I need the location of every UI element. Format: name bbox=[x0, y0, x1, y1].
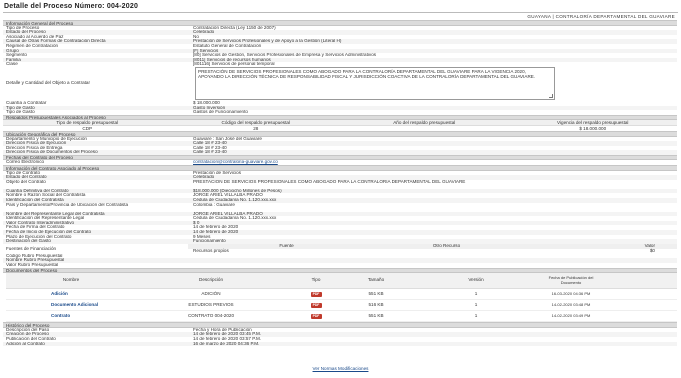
fuentes-table: Fuente Otro Recurso Valor Recursos propios… bbox=[188, 243, 677, 254]
cuantia-row: Tipo de Gasto Gastos de Funcionamiento bbox=[3, 110, 677, 115]
cuantia-table: Cuantía a Contratar $ 18.000.000 Tipo de G… bbox=[3, 101, 677, 115]
document-size: 551 KB bbox=[368, 312, 384, 318]
detalle-objeto-text: PRESTACIÓN DE SERVICIOS PROFESIONALES CO… bbox=[198, 68, 536, 80]
contrato-row: Objeto del Contrato PRESTACIÓN DE SERVICI… bbox=[3, 180, 677, 189]
ubicacion-label: Dirección Física de Documentos del Proce… bbox=[6, 150, 98, 155]
presupuesto-header-cell: Año del respaldo presupuestal bbox=[393, 120, 456, 125]
document-date: 14-02-2020 03:49 PM bbox=[551, 312, 591, 318]
document-row: Documento Adicional ESTUDIOS PREVIOS PDF 51… bbox=[6, 300, 677, 312]
document-description: CONTRATO 004-2020 bbox=[187, 312, 235, 318]
rubro-label: Valor Rubro Presupuestal bbox=[6, 262, 59, 267]
documents-header-cell: Tamaño bbox=[367, 277, 385, 283]
document-name-link[interactable]: Documento Adicional bbox=[6, 302, 136, 308]
rubro-table: Código Rubro Presupuestal Nombre Rubro Pr… bbox=[3, 254, 677, 268]
ubicacion-row: Dirección Física de Documentos del Proce… bbox=[3, 150, 677, 155]
cuantia-label: Tipo de Gasto bbox=[6, 110, 35, 115]
entity-label: GUAYANA | CONTRALORÍA DEPARTAMENTAL DEL … bbox=[527, 14, 675, 19]
historico-label: Adición al Contrato bbox=[6, 341, 45, 346]
cuantia-value: Gastos de Funcionamiento bbox=[193, 110, 248, 115]
document-date: 16-03-2020 04:36 PM bbox=[551, 290, 591, 296]
document-description: ESTUDIOS PREVIOS bbox=[188, 301, 234, 307]
fechas-row: Correo Electrónico contratacion@contralor… bbox=[3, 160, 677, 165]
contrato-value: Colombia : Guaviare bbox=[193, 202, 235, 207]
document-size: 516 KB bbox=[368, 301, 384, 307]
documents-header-cell: Tipo bbox=[311, 277, 321, 283]
pdf-icon[interactable]: PDF bbox=[310, 302, 322, 308]
historico-value: 16 de marzo de 2020 04:36 P.M. bbox=[193, 341, 260, 346]
detalle-objeto-label: Detalle y Cantidad del Objeto a Contrata… bbox=[6, 79, 91, 85]
process-detail-page: Detalle del Proceso Número: 004-2020 GUA… bbox=[0, 0, 681, 378]
fechas-value[interactable]: contratacion@contraloria-guaviare.gov.co bbox=[188, 160, 677, 165]
document-type-cell: PDF bbox=[286, 291, 346, 297]
contrato-label: Objeto del Contrato bbox=[6, 179, 46, 184]
pdf-icon[interactable]: PDF bbox=[310, 313, 322, 319]
document-type-cell: PDF bbox=[286, 302, 346, 308]
document-version: 1 bbox=[474, 301, 478, 307]
contrato-label: País y Departamento/Provincia de Ubicaci… bbox=[6, 202, 129, 207]
fuentes-label: Fuentes de Financiación bbox=[6, 245, 57, 251]
document-name-link[interactable]: Contrato bbox=[6, 313, 136, 319]
ubicacion-value: Calle 18 # 23-40 bbox=[193, 150, 227, 155]
document-size: 551 KB bbox=[368, 290, 384, 296]
document-date: 14-02-2020 03:48 PM bbox=[551, 301, 591, 307]
general-info-table: Tipo de Proceso Contratación Directa (Ley… bbox=[3, 26, 677, 67]
presupuesto-header-cell: Código del respaldo presupuestal bbox=[221, 120, 290, 125]
footer-link-container: Ver Normas Modificaciones bbox=[0, 366, 681, 372]
historico-row: Adición al Contrato 16 de marzo de 2020 0… bbox=[3, 341, 677, 347]
ubicacion-table: Departamento y Municipio de Ejecución Gua… bbox=[3, 137, 677, 155]
document-description: ADICIÓN bbox=[201, 290, 221, 296]
presupuesto-cell: $ 18.000.000 bbox=[579, 125, 607, 131]
rubro-row: Valor Rubro Presupuestal bbox=[3, 263, 677, 268]
fechas-table: Correo Electrónico contratacion@contralor… bbox=[3, 160, 677, 165]
contrato-table: Tipo de Contrato Prestación de Servicios E… bbox=[3, 171, 677, 244]
detalle-objeto-textarea[interactable]: PRESTACIÓN DE SERVICIOS PROFESIONALES CO… bbox=[195, 66, 555, 100]
pdf-icon[interactable]: PDF bbox=[310, 291, 322, 297]
document-version: 1 bbox=[474, 312, 478, 318]
fuentes-row: Fuentes de Financiación Fuente Otro Recur… bbox=[3, 243, 677, 254]
document-row: Contrato CONTRATO 004-2020 PDF 551 KB 1 14-02… bbox=[6, 311, 677, 323]
rubro-value bbox=[188, 263, 677, 268]
footer-link[interactable]: Ver Normas Modificaciones bbox=[313, 366, 369, 371]
presupuesto-cell: CDP bbox=[82, 125, 93, 131]
documents-header-cell: Nombre bbox=[62, 277, 80, 283]
presupuesto-cell: 28 bbox=[253, 125, 259, 131]
documents-header-cell: Versión bbox=[468, 277, 484, 283]
document-name-link[interactable]: Adición bbox=[6, 291, 136, 297]
contrato-row: País y Departamento/Provincia de Ubicaci… bbox=[3, 203, 677, 212]
contrato-value: PRESTACIÓN DE SERVICIOS PROFESIONALES CO… bbox=[193, 179, 466, 184]
historico-table: Descripción del Paso Fecha y Hora de Publ… bbox=[3, 328, 677, 347]
detail-container: Información General del Proceso Tipo de … bbox=[3, 20, 677, 347]
documents-table: Adición ADICIÓN PDF 551 KB 1 16-03-2020 04:36… bbox=[3, 289, 677, 323]
documents-header-row: Nombre Descripción Tipo Tamaño Versión Fecha … bbox=[6, 273, 677, 290]
presupuesto-header-cell: Vigencia del respaldo presupuestal bbox=[557, 120, 629, 125]
fechas-label: Correo Electrónico bbox=[6, 160, 45, 165]
documents-header-cell: Descripción bbox=[199, 277, 223, 283]
presupuesto-header-cell: Tipo de respaldo presupuestal bbox=[56, 120, 119, 125]
document-version: 1 bbox=[474, 290, 478, 296]
document-row: Adición ADICIÓN PDF 551 KB 1 16-03-2020 04:36… bbox=[6, 289, 677, 301]
document-type-cell: PDF bbox=[286, 313, 346, 319]
resize-handle-icon[interactable] bbox=[549, 93, 553, 98]
presupuesto-data-row: CDP 28 $ 18.000.000 bbox=[3, 126, 677, 131]
page-title: Detalle del Proceso Número: 004-2020 bbox=[4, 3, 139, 10]
presupuesto-cell bbox=[340, 126, 509, 131]
title-divider bbox=[3, 12, 678, 13]
documents-header-cell: Fecha de Publicación del Documento bbox=[548, 275, 594, 285]
